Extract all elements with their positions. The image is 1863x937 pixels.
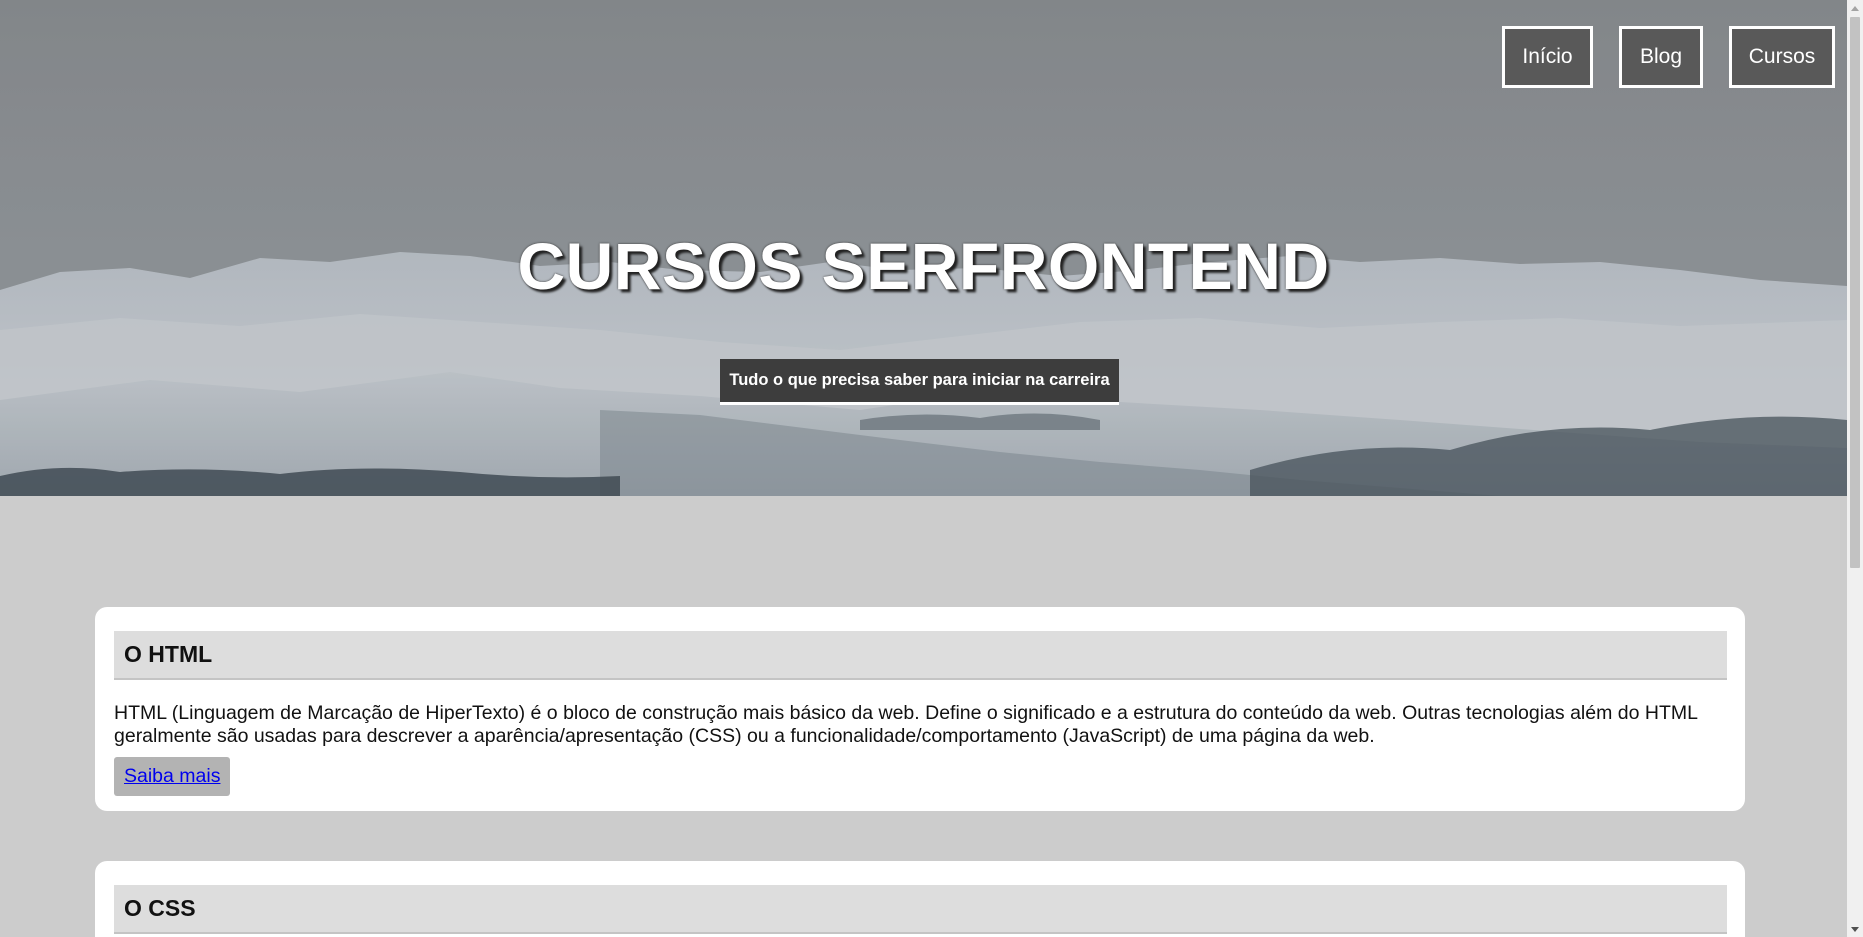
- hero-banner: Início Blog Cursos CURSOS SERFRONTEND Tu…: [0, 0, 1847, 496]
- card-heading: O CSS: [114, 885, 1727, 934]
- nav-inicio-button[interactable]: Início: [1502, 26, 1593, 88]
- top-navigation: Início Blog Cursos: [1502, 26, 1835, 88]
- page: Início Blog Cursos CURSOS SERFRONTEND Tu…: [0, 0, 1847, 937]
- scroll-down-arrow-icon[interactable]: [1847, 921, 1863, 937]
- nav-blog-button[interactable]: Blog: [1619, 26, 1703, 88]
- nav-cursos-button[interactable]: Cursos: [1729, 26, 1835, 88]
- page-title: CURSOS SERFRONTEND: [517, 229, 1330, 303]
- hero-subtitle: Tudo o que precisa saber para iniciar na…: [720, 359, 1119, 405]
- vertical-scrollbar[interactable]: [1847, 0, 1863, 937]
- course-card-css: O CSS: [95, 861, 1745, 937]
- scrollbar-thumb[interactable]: [1850, 17, 1860, 568]
- card-description: HTML (Linguagem de Marcação de HiperText…: [114, 702, 1698, 747]
- scroll-up-arrow-icon[interactable]: [1847, 0, 1863, 16]
- card-heading: O HTML: [114, 631, 1727, 680]
- saiba-mais-link[interactable]: Saiba mais: [114, 757, 231, 796]
- course-card-html: O HTML HTML (Linguagem de Marcação de Hi…: [95, 607, 1745, 811]
